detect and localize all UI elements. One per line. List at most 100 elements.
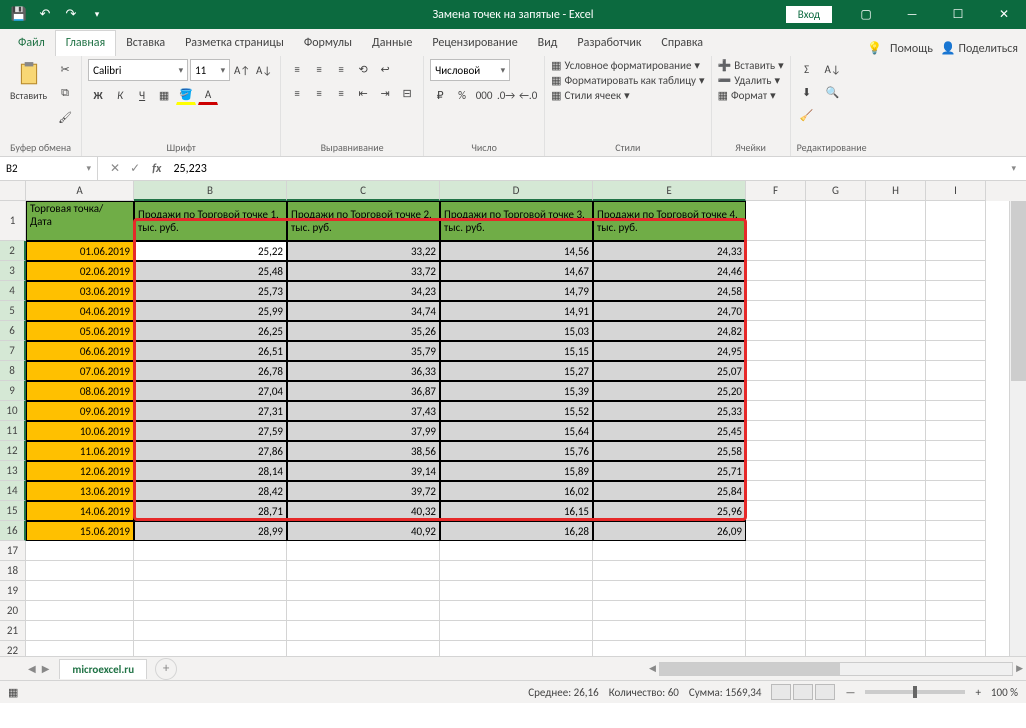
tab-insert[interactable]: Вставка — [116, 31, 175, 56]
normal-view-button[interactable] — [771, 684, 791, 700]
tab-home[interactable]: Главная — [55, 30, 116, 56]
cell-date[interactable]: 15.06.2019 — [26, 521, 134, 541]
cell-date[interactable]: 06.06.2019 — [26, 341, 134, 361]
row-header[interactable]: 22 — [0, 641, 26, 656]
cell-data[interactable]: 33,72 — [287, 261, 440, 281]
cell-data[interactable]: 35,79 — [287, 341, 440, 361]
next-sheet-icon[interactable]: ▶ — [42, 662, 50, 675]
cell[interactable] — [806, 581, 866, 601]
cell-data[interactable]: 34,74 — [287, 301, 440, 321]
page-break-view-button[interactable] — [815, 684, 835, 700]
increase-indent-icon[interactable]: ⇥ — [375, 83, 395, 103]
cell[interactable] — [806, 601, 866, 621]
cell[interactable] — [806, 341, 866, 361]
row-header[interactable]: 11 — [0, 421, 26, 441]
cell[interactable] — [926, 601, 986, 621]
cell-data[interactable]: 37,99 — [287, 421, 440, 441]
cell-data[interactable]: 27,31 — [134, 401, 287, 421]
cell[interactable] — [287, 581, 440, 601]
tab-review[interactable]: Рецензирование — [422, 31, 527, 56]
cell-data[interactable]: 39,72 — [287, 481, 440, 501]
cell[interactable] — [806, 641, 866, 656]
cell[interactable] — [926, 541, 986, 561]
cell-date[interactable]: 05.06.2019 — [26, 321, 134, 341]
cell[interactable] — [866, 461, 926, 481]
cell[interactable] — [134, 541, 287, 561]
cell-data[interactable]: 25,99 — [134, 301, 287, 321]
cell[interactable] — [593, 621, 746, 641]
tab-developer[interactable]: Разработчик — [567, 31, 651, 56]
minimize-button[interactable]: — — [890, 0, 934, 29]
redo-icon[interactable]: ↷ — [60, 4, 82, 26]
save-icon[interactable]: 💾 — [8, 4, 30, 26]
row-header[interactable]: 3 — [0, 261, 26, 281]
align-top-icon[interactable]: ≡ — [287, 59, 307, 79]
row-header[interactable]: 6 — [0, 321, 26, 341]
ribbon-display-options-icon[interactable]: ▢ — [844, 0, 888, 29]
cell[interactable] — [287, 601, 440, 621]
cell-data[interactable]: 25,73 — [134, 281, 287, 301]
cell-data[interactable]: 14,67 — [440, 261, 593, 281]
cell[interactable] — [746, 621, 806, 641]
cell[interactable] — [746, 321, 806, 341]
cell[interactable] — [866, 421, 926, 441]
cell[interactable] — [806, 541, 866, 561]
cell-data[interactable]: 25,33 — [593, 401, 746, 421]
cell[interactable] — [746, 241, 806, 261]
cell[interactable] — [746, 581, 806, 601]
tab-view[interactable]: Вид — [528, 31, 568, 56]
cell[interactable] — [134, 561, 287, 581]
row-header[interactable]: 15 — [0, 501, 26, 521]
cell-date[interactable]: 09.06.2019 — [26, 401, 134, 421]
row-header[interactable]: 17 — [0, 541, 26, 561]
tab-formulas[interactable]: Формулы — [294, 31, 362, 56]
cell[interactable] — [593, 561, 746, 581]
cell-data[interactable]: 25,45 — [593, 421, 746, 441]
cell[interactable] — [746, 481, 806, 501]
row-header[interactable]: 18 — [0, 561, 26, 581]
cell[interactable] — [926, 361, 986, 381]
align-right-icon[interactable]: ≡ — [331, 83, 351, 103]
cell[interactable] — [593, 601, 746, 621]
cancel-formula-icon[interactable]: ✕ — [110, 161, 120, 176]
cell[interactable] — [806, 321, 866, 341]
autosum-icon[interactable]: Σ — [797, 59, 817, 79]
cell-data[interactable]: 34,23 — [287, 281, 440, 301]
cell-data[interactable]: 26,51 — [134, 341, 287, 361]
cell-data[interactable]: 25,84 — [593, 481, 746, 501]
cell-data[interactable]: 24,58 — [593, 281, 746, 301]
orientation-icon[interactable]: ⟲ — [353, 59, 373, 79]
cell-date[interactable]: 03.06.2019 — [26, 281, 134, 301]
cell[interactable] — [440, 601, 593, 621]
cell-data[interactable]: 40,92 — [287, 521, 440, 541]
comma-icon[interactable]: 000 — [474, 85, 494, 105]
cell-data[interactable]: 24,46 — [593, 261, 746, 281]
column-header-I[interactable]: I — [926, 181, 986, 201]
row-header[interactable]: 13 — [0, 461, 26, 481]
row-header[interactable]: 20 — [0, 601, 26, 621]
cell[interactable] — [866, 341, 926, 361]
cell-data[interactable]: 24,82 — [593, 321, 746, 341]
cell-data[interactable]: 15,64 — [440, 421, 593, 441]
cell[interactable] — [866, 321, 926, 341]
increase-font-icon[interactable]: A↑ — [232, 60, 252, 80]
qat-customize-icon[interactable]: ▾ — [86, 4, 108, 26]
cell[interactable] — [866, 201, 926, 241]
cell[interactable] — [806, 461, 866, 481]
cell-date[interactable]: 08.06.2019 — [26, 381, 134, 401]
column-header-H[interactable]: H — [866, 181, 926, 201]
column-header-F[interactable]: F — [746, 181, 806, 201]
cell[interactable] — [746, 641, 806, 656]
cell[interactable] — [26, 621, 134, 641]
cell-data[interactable]: 25,48 — [134, 261, 287, 281]
cell-styles-button[interactable]: ▦ Стили ячеек ▾ — [551, 89, 629, 102]
cell-data[interactable]: 40,32 — [287, 501, 440, 521]
merge-icon[interactable]: ⊟ — [397, 83, 417, 103]
percent-icon[interactable]: % — [452, 85, 472, 105]
cell-data[interactable]: 27,86 — [134, 441, 287, 461]
row-header[interactable]: 21 — [0, 621, 26, 641]
cell-date[interactable]: 14.06.2019 — [26, 501, 134, 521]
cell[interactable] — [440, 621, 593, 641]
cell-data[interactable]: 25,58 — [593, 441, 746, 461]
format-cells-button[interactable]: ▦ Формат ▾ — [718, 89, 776, 102]
